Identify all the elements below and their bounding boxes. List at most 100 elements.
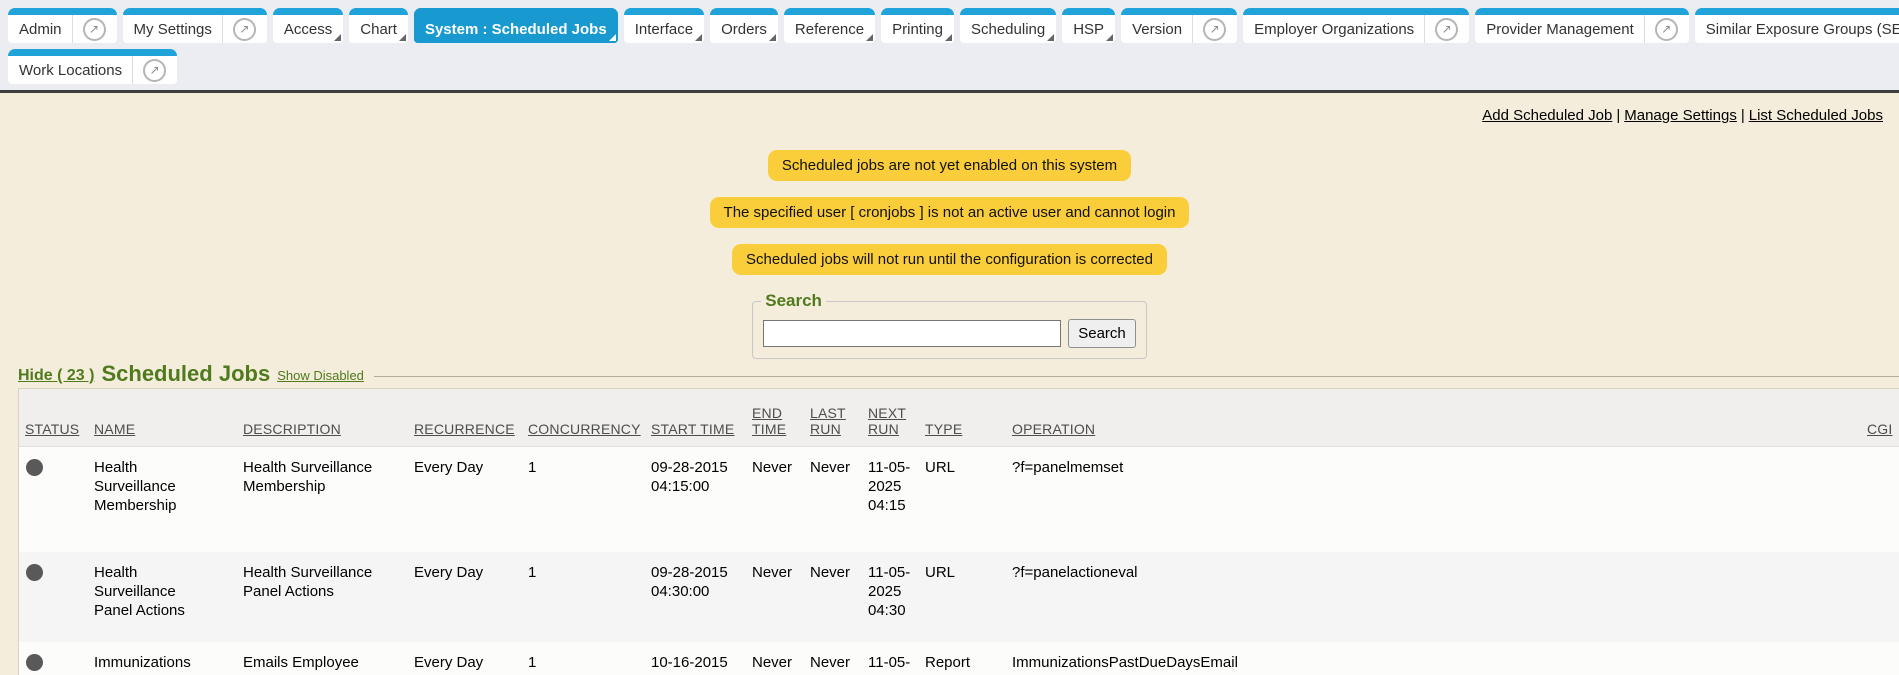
external-link-icon[interactable]: ↗ [72,15,106,43]
cell-operation: ?f=panelactioneval [1006,563,1861,628]
column-header-operation[interactable]: OPERATION [1006,421,1861,446]
cell-end-time: Never [746,563,804,628]
search-input[interactable] [763,320,1061,347]
action-link-manage-settings[interactable]: Manage Settings [1624,107,1737,124]
arrow-up-right-icon: ↗ [1435,18,1458,41]
tab-reference[interactable]: Reference [784,8,875,43]
status-icon [26,654,43,671]
tab-employer-organizations[interactable]: Employer Organizations ↗ [1243,8,1469,43]
tab-orders[interactable]: Orders [710,8,778,43]
tab-top-strip [273,8,343,15]
tab-label: Admin [19,21,62,38]
tab-scheduling[interactable]: Scheduling [960,8,1056,43]
tab-work-locations[interactable]: Work Locations ↗ [8,49,177,84]
column-header-type[interactable]: TYPE [919,421,1006,446]
tab-top-strip [349,8,408,15]
tab-label: Employer Organizations [1254,21,1414,38]
tab-top-strip [8,49,177,56]
hide-link[interactable]: Hide ( 23 ) [18,367,94,385]
table-header-row: STATUSNAMEDESCRIPTIONRECURRENCECONCURREN… [19,389,1899,447]
cell-recurrence: Every Day [408,563,522,628]
column-header-description[interactable]: DESCRIPTION [237,421,408,446]
tab-printing[interactable]: Printing [881,8,954,43]
cell-start-time: 09-28-2015 04:15:00 [645,458,746,538]
external-link-icon[interactable]: ↗ [132,56,166,84]
tab-label: Access [284,21,332,38]
column-header-name[interactable]: NAME [88,421,237,446]
column-header-concurrency[interactable]: CONCURRENCY [522,421,645,446]
tab-version[interactable]: Version ↗ [1121,8,1237,43]
cell-status [19,653,88,675]
cell-end-time: Never [746,653,804,675]
tab-chart[interactable]: Chart [349,8,408,43]
tab-interface[interactable]: Interface [624,8,704,43]
cell-cgi [1861,653,1899,675]
cell-concurrency: 1 [522,653,645,675]
jobs-title: Scheduled Jobs [101,363,270,385]
column-header-end-time[interactable]: END TIME [746,405,804,446]
cell-end-time: Never [746,458,804,538]
tab-provider-management[interactable]: Provider Management ↗ [1475,8,1689,43]
warning-banners: Scheduled jobs are not yet enabled on th… [0,150,1899,275]
page: Admin ↗ My Settings ↗ Access Chart [0,0,1899,675]
status-icon [26,459,43,476]
tab-label: Work Locations [19,62,122,79]
tab-hsp[interactable]: HSP [1062,8,1115,43]
column-header-last-run[interactable]: LAST RUN [804,405,862,446]
column-header-next-run[interactable]: NEXT RUN [862,405,919,446]
column-header-cgi[interactable]: CGI [1861,421,1899,446]
submenu-corner-icon [866,34,873,41]
arrow-up-right-icon: ↗ [83,18,106,41]
warning-banner: Scheduled jobs will not run until the co… [732,244,1167,275]
cell-name: Immunizations Past Due Email [88,653,237,675]
tab-admin[interactable]: Admin ↗ [8,8,117,43]
content-area: Add Scheduled Job|Manage Settings|List S… [0,93,1899,675]
cell-status [19,458,88,538]
status-icon [26,564,43,581]
search-fieldset: Search Search [752,291,1147,359]
cell-type: Report Perform [919,653,1006,675]
submenu-corner-icon [334,34,341,41]
tab-access[interactable]: Access [273,8,343,43]
warning-banner: The specified user [ cronjobs ] is not a… [710,197,1190,228]
tab-top-strip [414,8,618,15]
cell-status [19,563,88,628]
tab-label: Orders [721,21,767,38]
column-header-status[interactable]: STATUS [19,421,88,446]
submenu-corner-icon [1047,34,1054,41]
tab-top-strip [1062,8,1115,15]
submenu-corner-icon [945,34,952,41]
cell-start-time: 09-28-2015 04:30:00 [645,563,746,628]
action-link-add-scheduled-job[interactable]: Add Scheduled Job [1482,107,1612,124]
external-link-icon[interactable]: ↗ [1644,15,1678,43]
arrow-up-right-icon: ↗ [1203,18,1226,41]
cell-recurrence: Every Day [408,653,522,675]
show-disabled-link[interactable]: Show Disabled [277,368,364,383]
column-header-start-time[interactable]: START TIME [645,421,746,446]
action-link-list-scheduled-jobs[interactable]: List Scheduled Jobs [1749,107,1883,124]
tab-top-strip [123,8,267,15]
jobs-section-header: Hide ( 23 ) Scheduled Jobs Show Disabled [18,363,1899,385]
cell-name: Health Surveillance Panel Actions [88,563,237,628]
table-row: Immunizations Past Due EmailEmails Emplo… [19,642,1899,675]
tab-my-settings[interactable]: My Settings ↗ [123,8,267,43]
tab-label: Version [1132,21,1182,38]
tab-similar-exposure-groups-segs[interactable]: Similar Exposure Groups (SEGs) ↗ [1695,8,1899,43]
search-button[interactable]: Search [1068,319,1136,348]
tab-top-strip [881,8,954,15]
column-header-recurrence[interactable]: RECURRENCE [408,421,522,446]
cell-operation: ?f=panelmemset [1006,458,1861,538]
tab-label: Printing [892,21,943,38]
cell-type: URL [919,458,1006,538]
tab-system-scheduled-jobs[interactable]: System : Scheduled Jobs [414,8,618,43]
link-separator: | [1741,107,1745,124]
tab-label: HSP [1073,21,1104,38]
external-link-icon[interactable]: ↗ [1424,15,1458,43]
cell-last-run: Never [804,563,862,628]
external-link-icon[interactable]: ↗ [1192,15,1226,43]
cell-next-run: 11-05-2025 [862,653,919,675]
link-separator: | [1616,107,1620,124]
tab-top-strip [960,8,1056,15]
cell-next-run: 11-05-2025 04:30 [862,563,919,628]
external-link-icon[interactable]: ↗ [222,15,256,43]
